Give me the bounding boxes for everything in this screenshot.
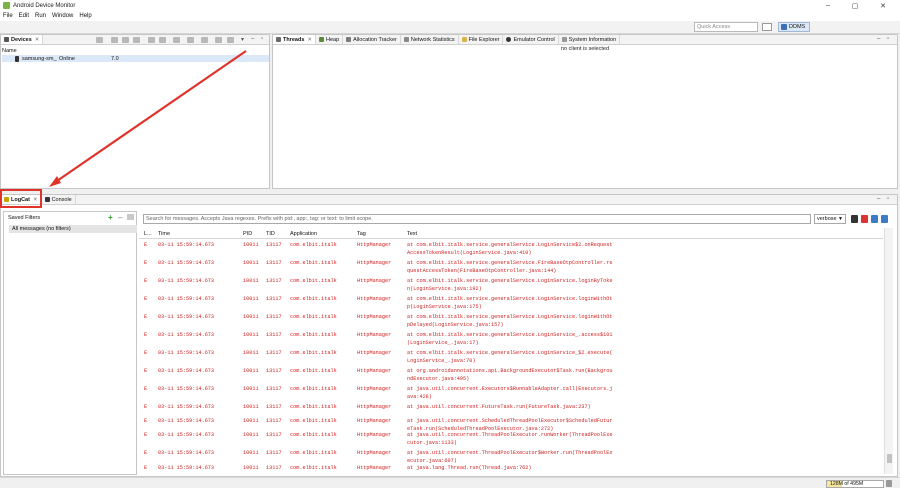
- arrow-head: [49, 176, 61, 187]
- annotation-arrow: [49, 50, 247, 187]
- arrow-shaft: [53, 50, 247, 184]
